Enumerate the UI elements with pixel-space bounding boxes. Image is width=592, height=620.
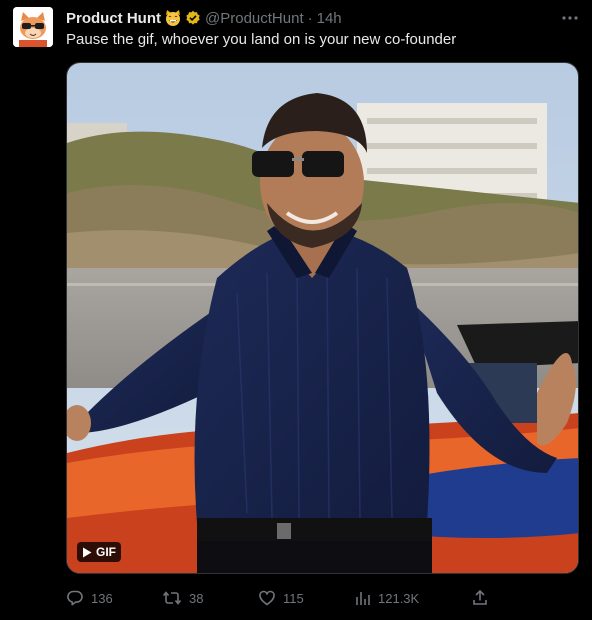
reply-button[interactable]: 136 <box>66 588 113 608</box>
post-header: Product Hunt @ProductHunt · 14h <box>66 8 342 28</box>
timestamp[interactable]: 14h <box>317 10 342 27</box>
tweet: Product Hunt @ProductHunt · 14h Pause th… <box>0 0 592 620</box>
tweet-text: Pause the gif, whoever you land on is yo… <box>66 31 457 48</box>
repost-icon <box>162 591 182 605</box>
display-name[interactable]: Product Hunt <box>66 10 161 27</box>
separator-dot: · <box>307 9 313 27</box>
play-icon <box>82 547 92 558</box>
verified-badge-icon[interactable] <box>185 10 201 26</box>
heart-icon <box>259 590 275 606</box>
grinning-cat-emoji-icon <box>164 9 182 27</box>
like-count: 115 <box>283 590 304 606</box>
handle[interactable]: @ProductHunt <box>205 10 304 27</box>
repost-button[interactable]: 38 <box>162 588 203 608</box>
action-bar: 136 38 115 121.3K <box>66 588 496 608</box>
more-horizontal-icon[interactable] <box>561 10 579 26</box>
gif-label: GIF <box>96 545 116 559</box>
share-icon <box>473 589 487 605</box>
gif-frame-image <box>67 63 578 573</box>
like-button[interactable]: 115 <box>258 588 304 608</box>
share-button[interactable] <box>471 588 489 608</box>
reply-icon <box>67 590 83 606</box>
repost-count: 38 <box>189 590 204 606</box>
views-icon <box>356 592 370 605</box>
reply-count: 136 <box>91 590 113 606</box>
gif-badge[interactable]: GIF <box>77 542 121 562</box>
avatar[interactable] <box>13 7 53 47</box>
views-count: 121.3K <box>378 590 420 606</box>
gif-media[interactable]: GIF <box>66 62 579 574</box>
views-button[interactable]: 121.3K <box>355 588 419 608</box>
product-hunt-cat-avatar-icon <box>13 7 53 47</box>
